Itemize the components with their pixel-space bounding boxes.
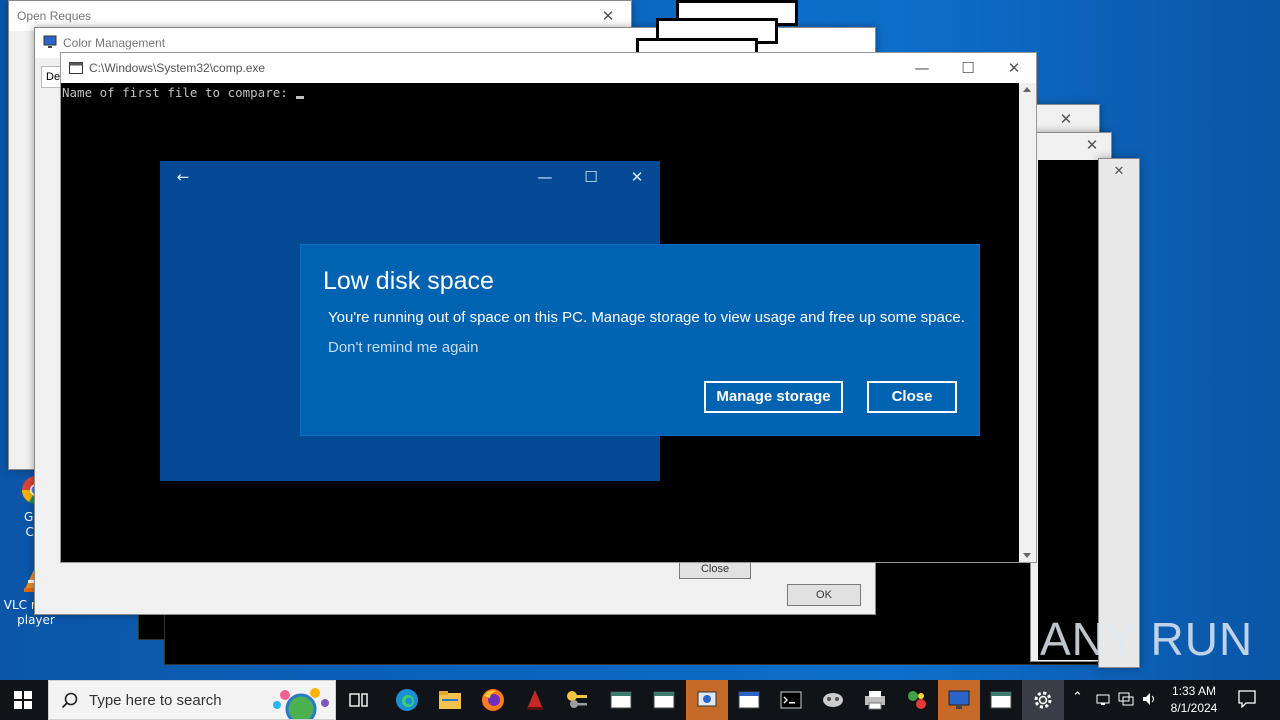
scroll-down-icon[interactable]	[1023, 553, 1031, 558]
close-icon[interactable]: ✕	[991, 53, 1037, 83]
search-icon	[61, 692, 78, 709]
system-clock[interactable]: 1:33 AM 8/1/2024	[1164, 683, 1224, 717]
taskbar-active-app[interactable]	[686, 680, 728, 720]
app-icon	[908, 691, 926, 709]
network-icon[interactable]	[1096, 692, 1110, 706]
taskbar-app[interactable]	[896, 680, 938, 720]
globe-illustration-icon	[273, 688, 329, 719]
window-icon	[697, 691, 717, 707]
monitor-icon	[948, 690, 970, 709]
console-scrollbar[interactable]	[1019, 83, 1036, 562]
taskbar-keys[interactable]	[556, 680, 598, 720]
display-icon[interactable]	[1118, 692, 1134, 706]
terminal-icon	[780, 691, 802, 709]
close-icon[interactable]: ✕	[614, 161, 660, 193]
close-icon[interactable]: ✕	[1099, 159, 1139, 185]
chevron-up-icon[interactable]: ⌃	[1072, 690, 1083, 705]
ok-button[interactable]: OK	[787, 584, 861, 606]
notification-icon[interactable]	[1238, 690, 1256, 708]
windows-logo-icon	[14, 691, 32, 709]
desktop: Goo Chr VLC media player invest ✕ ✕ ✕ Op…	[0, 0, 1280, 680]
text-cursor	[295, 96, 304, 99]
window-icon	[610, 691, 632, 709]
dialog-title: Low disk space	[323, 267, 494, 295]
volume-icon[interactable]	[1142, 692, 1158, 706]
taskbar-monitor[interactable]	[938, 680, 980, 720]
taskbar-printer[interactable]	[854, 680, 896, 720]
close-icon[interactable]: ✕	[1069, 130, 1115, 160]
taskbar-window[interactable]	[980, 680, 1022, 720]
background-window-black	[1038, 160, 1100, 660]
taskbar-window[interactable]	[643, 680, 685, 720]
task-view-button[interactable]	[338, 680, 380, 720]
monitor-icon	[43, 35, 57, 48]
search-box[interactable]: Type here to search	[48, 680, 336, 720]
file-explorer-icon	[439, 691, 461, 709]
maximize-icon[interactable]: ☐	[568, 161, 614, 193]
firefox-icon	[482, 689, 504, 711]
printer-icon	[865, 691, 885, 710]
keys-icon	[567, 691, 587, 708]
minimize-icon[interactable]: —	[522, 161, 568, 193]
settings-icon	[1034, 691, 1052, 709]
taskbar-firefox[interactable]	[472, 680, 514, 720]
background-window-frame: ✕	[1098, 158, 1140, 668]
window-icon	[990, 691, 1012, 709]
taskbar: Type here to search ⌃ 1:33 AM 8/1/2024	[0, 680, 1280, 720]
console-prompt: Name of first file to compare:	[62, 85, 288, 100]
console-icon	[69, 62, 83, 74]
taskbar-app[interactable]	[812, 680, 854, 720]
taskbar-edge[interactable]	[386, 680, 428, 720]
manage-storage-button[interactable]: Manage storage	[704, 381, 843, 413]
window-icon	[653, 691, 675, 709]
taskbar-window[interactable]	[600, 680, 642, 720]
back-arrow-icon[interactable]: ←	[160, 161, 206, 193]
start-button[interactable]	[2, 680, 44, 720]
anyrun-watermark: ANY RUN	[1040, 613, 1254, 665]
taskbar-settings[interactable]	[1022, 680, 1064, 720]
app-icon	[527, 690, 543, 710]
taskbar-app[interactable]	[514, 680, 556, 720]
edge-icon	[396, 689, 418, 711]
dont-remind-link[interactable]: Don't remind me again	[328, 339, 478, 356]
window-icon	[738, 691, 760, 709]
close-button[interactable]: Close	[867, 381, 957, 413]
app-icon	[823, 693, 843, 707]
task-view-icon	[349, 693, 368, 707]
minimize-icon[interactable]: —	[899, 53, 945, 83]
maximize-icon[interactable]: ☐	[945, 53, 991, 83]
scroll-up-icon[interactable]	[1023, 87, 1031, 92]
taskbar-terminal[interactable]	[770, 680, 812, 720]
dialog-message: You're running out of space on this PC. …	[328, 309, 965, 326]
clock-date: 8/1/2024	[1170, 701, 1218, 715]
taskbar-file-explorer[interactable]	[429, 680, 471, 720]
console-title: C:\Windows\System32\comp.exe	[61, 53, 1036, 83]
console-output: Name of first file to compare:	[61, 83, 305, 102]
search-placeholder: Type here to search	[89, 692, 222, 709]
low-disk-space-dialog: Low disk space You're running out of spa…	[300, 244, 980, 436]
taskbar-window[interactable]	[728, 680, 770, 720]
clock-time: 1:33 AM	[1171, 684, 1217, 698]
